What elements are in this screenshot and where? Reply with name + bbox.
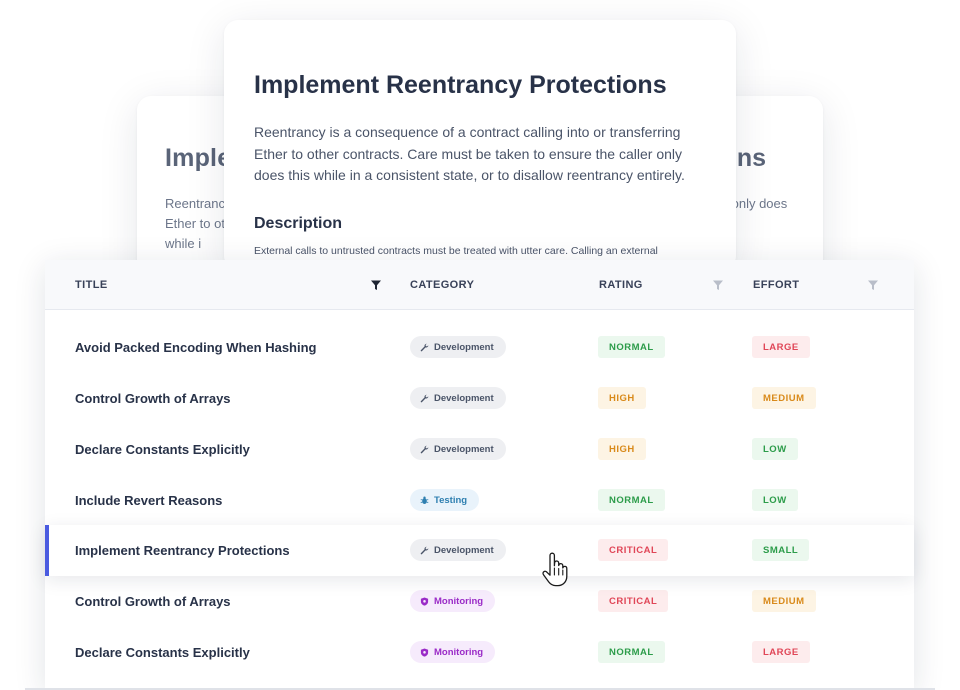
rating-badge: NORMAL (598, 336, 665, 358)
effort-badge: SMALL (752, 539, 810, 561)
table-row-selected[interactable]: Implement Reentrancy Protections Develop… (45, 525, 914, 576)
category-label: Monitoring (434, 646, 484, 658)
category-tag-development: Development (410, 336, 506, 358)
wrench-icon (420, 546, 429, 554)
filter-icon-effort[interactable] (867, 279, 879, 291)
back-card-title-right: ns (736, 144, 766, 172)
effort-badge: LOW (752, 489, 798, 511)
column-header-rating[interactable]: RATING (599, 279, 643, 291)
detail-card-description: External calls to untrusted contracts mu… (254, 245, 658, 257)
column-header-effort[interactable]: EFFORT (753, 279, 799, 291)
effort-badge: MEDIUM (752, 387, 816, 409)
wrench-icon (420, 343, 429, 351)
category-label: Monitoring (434, 595, 484, 607)
detail-card-subheading: Description (254, 215, 343, 232)
wrench-icon (420, 445, 429, 453)
hand-cursor-icon (542, 552, 568, 587)
rating-badge: HIGH (598, 387, 646, 409)
rating-badge: HIGH (598, 438, 646, 460)
table-header: TITLE CATEGORY RATING EFFORT (45, 260, 914, 310)
wrench-icon (420, 394, 429, 402)
category-tag-testing: Testing (410, 489, 480, 511)
table-row[interactable]: Declare Constants Explicitly Monitoring … (45, 627, 914, 678)
selected-row-indicator (45, 525, 49, 576)
filter-icon-title-active[interactable] (370, 279, 382, 291)
table-row[interactable]: Control Growth of Arrays Development HIG… (45, 373, 914, 424)
row-title[interactable]: Avoid Packed Encoding When Hashing (75, 340, 317, 355)
row-title[interactable]: Include Revert Reasons (75, 493, 222, 508)
category-tag-monitoring: Monitoring (410, 641, 496, 663)
column-header-title[interactable]: TITLE (75, 279, 108, 291)
effort-badge: LARGE (752, 641, 810, 663)
category-tag-monitoring: Monitoring (410, 590, 496, 612)
row-title[interactable]: Control Growth of Arrays (75, 391, 231, 406)
detail-card-body: Reentrancy is a consequence of a contrac… (254, 124, 685, 183)
category-label: Development (434, 341, 494, 353)
bug-icon (420, 496, 429, 504)
effort-badge: MEDIUM (752, 590, 816, 612)
table-row[interactable]: Avoid Packed Encoding When Hashing Devel… (45, 322, 914, 373)
row-title[interactable]: Declare Constants Explicitly (75, 645, 250, 660)
shield-icon (420, 596, 429, 606)
category-label: Development (434, 544, 494, 556)
category-label: Development (434, 392, 494, 404)
detail-card: Implement Reentrancy Protections Reentra… (224, 20, 736, 270)
rating-badge: NORMAL (598, 489, 665, 511)
category-label: Development (434, 443, 494, 455)
column-header-category[interactable]: CATEGORY (410, 279, 474, 291)
table-row[interactable]: Include Revert Reasons Testing NORMAL LO… (45, 475, 914, 526)
row-title[interactable]: Control Growth of Arrays (75, 594, 231, 609)
table-row[interactable]: Control Growth of Arrays Monitoring CRIT… (45, 576, 914, 627)
category-tag-development: Development (410, 387, 506, 409)
table-row[interactable]: Declare Constants Explicitly Development… (45, 424, 914, 475)
shield-icon (420, 647, 429, 657)
rating-badge: CRITICAL (598, 590, 669, 612)
detail-card-title: Implement Reentrancy Protections (254, 71, 667, 99)
rating-badge: NORMAL (598, 641, 665, 663)
category-tag-development: Development (410, 438, 506, 460)
effort-badge: LARGE (752, 336, 810, 358)
row-title[interactable]: Declare Constants Explicitly (75, 442, 250, 457)
category-label: Testing (434, 494, 468, 506)
row-title[interactable]: Implement Reentrancy Protections (75, 543, 290, 558)
back-card-title: Imple (165, 144, 232, 172)
category-tag-development: Development (410, 539, 506, 561)
rating-badge: CRITICAL (598, 539, 669, 561)
filter-icon-rating[interactable] (712, 279, 724, 291)
effort-badge: LOW (752, 438, 798, 460)
recommendations-table: TITLE CATEGORY RATING EFFORT Avoid Packe… (45, 260, 914, 690)
